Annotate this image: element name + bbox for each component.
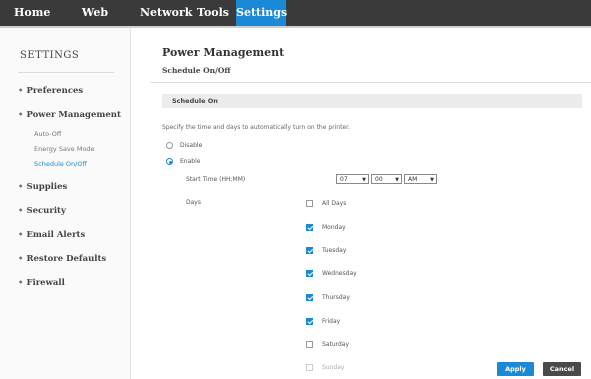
page-subtitle: Schedule On/Off — [162, 66, 231, 75]
sidebar-item-label: Preferences — [26, 86, 84, 96]
sidebar-item-firewall[interactable]: • Firewall — [18, 278, 65, 288]
checkbox-wednesday[interactable] — [306, 270, 313, 277]
sidebar-item-email-alerts[interactable]: • Email Alerts — [18, 230, 85, 240]
checkbox-sunday[interactable] — [306, 364, 313, 371]
ampm-select[interactable]: AM ▼ — [404, 174, 437, 184]
tab-tools[interactable]: Tools — [196, 0, 230, 26]
checkbox-friday[interactable] — [306, 318, 313, 325]
section-description: Specify the time and days to automatical… — [162, 124, 350, 131]
sidebar: SETTINGS • Preferences • Power Management … — [0, 28, 131, 379]
sidebar-heading: SETTINGS — [20, 50, 80, 61]
enable-label: Enable — [180, 158, 201, 165]
sidebar-item-label: Security — [26, 206, 66, 216]
day-label-monday: Monday — [322, 224, 346, 231]
hour-value: 07 — [340, 176, 348, 183]
sidebar-item-power-management[interactable]: • Power Management — [18, 110, 121, 120]
sidebar-subitem-schedule-on-off[interactable]: Schedule On/Off — [34, 160, 87, 168]
sidebar-item-label: Power Management — [26, 110, 121, 120]
bullet-icon: • — [18, 206, 24, 216]
day-label-friday: Friday — [322, 318, 341, 325]
checkbox-saturday[interactable] — [306, 341, 313, 348]
section-title: Schedule On — [172, 97, 218, 105]
top-navigation: Home Web Services Network Tools Settings — [0, 0, 591, 45]
sidebar-item-label: Supplies — [26, 182, 68, 192]
checkbox-monday[interactable] — [306, 224, 313, 231]
sidebar-item-label: Email Alerts — [26, 230, 86, 240]
sidebar-item-supplies[interactable]: • Supplies — [18, 182, 67, 192]
bullet-icon: • — [18, 278, 24, 288]
disable-radio[interactable] — [166, 142, 173, 149]
checkbox-tuesday[interactable] — [306, 247, 313, 254]
tab-settings[interactable]: Settings — [236, 0, 287, 26]
checkbox-all-days[interactable] — [306, 200, 313, 207]
chevron-down-icon: ▼ — [395, 177, 399, 183]
bullet-icon: • — [18, 254, 24, 264]
sidebar-item-label: Firewall — [26, 278, 65, 288]
enable-radio[interactable] — [166, 158, 173, 165]
day-label-wednesday: Wednesday — [322, 270, 357, 277]
day-label-saturday: Saturday — [322, 341, 350, 348]
chevron-down-icon: ▼ — [362, 177, 366, 183]
tab-web-services[interactable]: Web Services — [60, 0, 130, 45]
chevron-down-icon: ▼ — [430, 177, 434, 183]
sidebar-item-restore-defaults[interactable]: • Restore Defaults — [18, 254, 106, 264]
bullet-icon: • — [18, 182, 24, 192]
tab-network[interactable]: Network — [140, 0, 192, 26]
sidebar-subitem-energy-save-mode[interactable]: Energy Save Mode — [34, 145, 95, 153]
apply-button[interactable]: Apply — [497, 362, 534, 376]
checkbox-thursday[interactable] — [306, 294, 313, 301]
bullet-icon: • — [18, 230, 24, 240]
disable-label: Disable — [180, 142, 203, 149]
day-label-sunday: Sunday — [322, 364, 345, 371]
section-header — [162, 94, 582, 108]
start-time-label: Start Time (HH:MM) — [186, 176, 246, 183]
days-label: Days — [186, 199, 201, 206]
day-label-thursday: Thursday — [322, 294, 350, 301]
minute-value: 00 — [375, 176, 383, 183]
cancel-button[interactable]: Cancel — [543, 362, 581, 376]
ampm-value: AM — [408, 176, 418, 183]
bullet-icon: • — [18, 86, 24, 96]
sidebar-subitem-auto-off[interactable]: Auto-Off — [34, 130, 61, 138]
sidebar-item-preferences[interactable]: • Preferences — [18, 86, 83, 96]
minute-select[interactable]: 00 ▼ — [371, 174, 402, 184]
sidebar-item-label: Restore Defaults — [26, 254, 107, 264]
sidebar-divider — [18, 72, 114, 73]
tab-home[interactable]: Home — [14, 0, 50, 26]
header-divider — [150, 82, 591, 83]
page-title: Power Management — [162, 46, 285, 59]
day-label-all-days: All Days — [322, 200, 347, 207]
hour-select[interactable]: 07 ▼ — [336, 174, 369, 184]
bullet-icon: • — [18, 110, 24, 120]
day-label-tuesday: Tuesday — [322, 247, 347, 254]
sidebar-item-security[interactable]: • Security — [18, 206, 66, 216]
